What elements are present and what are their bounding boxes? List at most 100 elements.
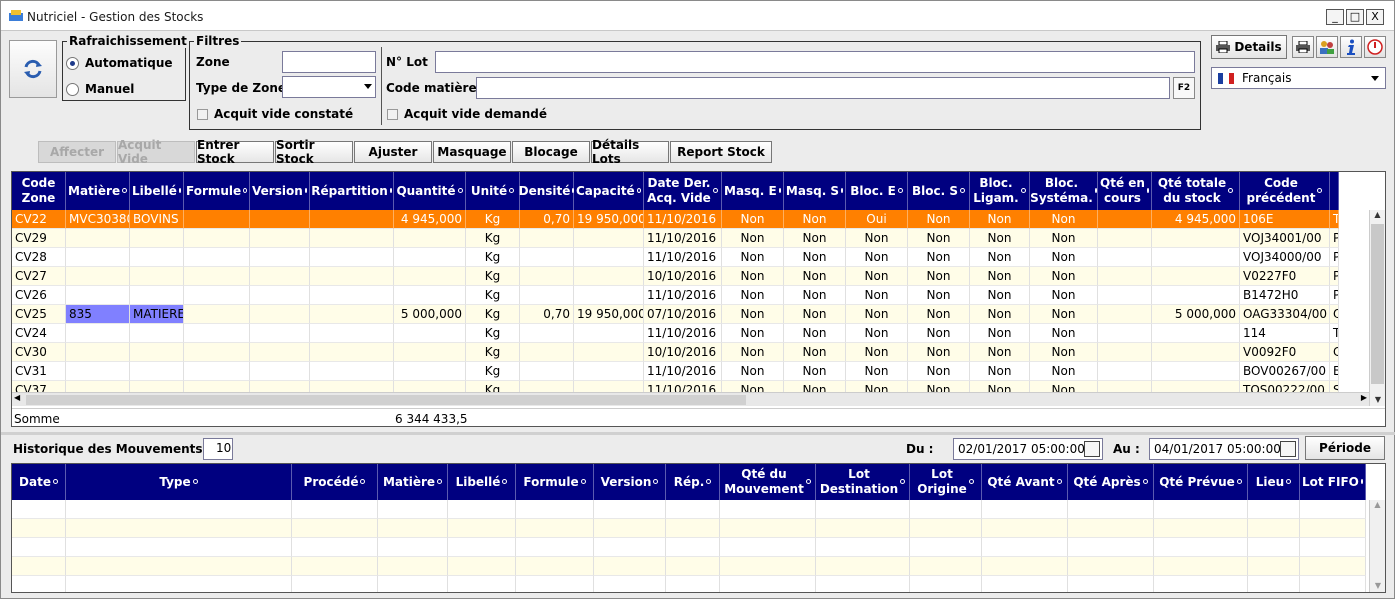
column-header[interactable]: Bloc. Systéma. bbox=[1030, 172, 1098, 210]
search-icon[interactable] bbox=[360, 478, 366, 484]
column-header[interactable]: Bloc. E bbox=[846, 172, 908, 210]
calendar-icon[interactable] bbox=[1084, 441, 1100, 457]
column-header[interactable]: Version bbox=[250, 172, 310, 210]
radio-manuel[interactable]: Manuel bbox=[66, 82, 134, 96]
table-row[interactable]: CV31 Kg 11/10/2016 Non Non Non Non Non Non BOV002… bbox=[12, 362, 1339, 381]
search-icon[interactable] bbox=[389, 187, 392, 193]
history-row[interactable] bbox=[12, 519, 1366, 538]
column-header[interactable]: Unité bbox=[466, 172, 520, 210]
history-column-header[interactable]: Lot Destination bbox=[816, 464, 910, 500]
search-icon[interactable] bbox=[1236, 478, 1242, 484]
lot-input[interactable] bbox=[435, 51, 1195, 73]
column-header[interactable]: Matière bbox=[66, 172, 130, 210]
horizontal-scrollbar[interactable]: ◀ ▶ bbox=[12, 392, 1369, 406]
column-header[interactable]: Répartition bbox=[310, 172, 394, 210]
search-icon[interactable] bbox=[1020, 187, 1026, 193]
search-icon[interactable] bbox=[636, 187, 641, 193]
table-row[interactable]: CV29 Kg 11/10/2016 Non Non Non Non Non Non VOJ340… bbox=[12, 229, 1339, 248]
search-icon[interactable] bbox=[509, 187, 515, 193]
search-icon[interactable] bbox=[122, 187, 127, 193]
ajuster-button[interactable]: Ajuster bbox=[354, 141, 432, 163]
search-icon[interactable] bbox=[457, 187, 463, 193]
scroll-thumb[interactable] bbox=[1371, 224, 1384, 384]
table-row[interactable]: CV25 835 MATIERE 5 000,000 Kg 0,70 19 950,000 0… bbox=[12, 305, 1339, 324]
history-column-header[interactable]: Qté Après bbox=[1068, 464, 1154, 500]
search-icon[interactable] bbox=[192, 478, 198, 484]
history-vertical-scrollbar[interactable]: ▲ ▼ bbox=[1369, 500, 1385, 592]
search-icon[interactable] bbox=[805, 478, 811, 484]
search-icon[interactable] bbox=[960, 187, 965, 193]
table-row[interactable]: CV28 Kg 11/10/2016 Non Non Non Non Non Non VOJ340… bbox=[12, 248, 1339, 267]
search-icon[interactable] bbox=[1056, 478, 1062, 484]
history-column-header[interactable]: Formule bbox=[516, 464, 594, 500]
history-column-header[interactable]: Lot Origine bbox=[910, 464, 982, 500]
details-button[interactable]: Details bbox=[1211, 35, 1287, 59]
report-stock-button[interactable]: Report Stock bbox=[670, 141, 772, 163]
column-header[interactable] bbox=[1330, 172, 1339, 210]
refresh-button[interactable] bbox=[9, 40, 57, 98]
column-header[interactable]: Quantité bbox=[394, 172, 466, 210]
table-row[interactable]: CV30 Kg 10/10/2016 Non Non Non Non Non Non V0092F… bbox=[12, 343, 1339, 362]
search-icon[interactable] bbox=[706, 478, 712, 484]
calendar-icon[interactable] bbox=[1280, 441, 1296, 457]
column-header[interactable]: Code Zone bbox=[12, 172, 66, 210]
users-button[interactable] bbox=[1316, 36, 1338, 58]
periode-button[interactable]: Période bbox=[1305, 436, 1385, 460]
column-header[interactable]: Libellé bbox=[130, 172, 184, 210]
table-row[interactable]: CV22 MVC30380 BOVINS F4 945,000 Kg 0,70 19 95… bbox=[12, 210, 1339, 229]
table-row[interactable]: CV24Kg11/10/2016NonNonNonNonNonNon114TX bbox=[12, 324, 1339, 343]
splitter[interactable] bbox=[1, 432, 1395, 435]
search-icon[interactable] bbox=[778, 187, 781, 193]
search-icon[interactable] bbox=[897, 187, 903, 193]
history-column-header[interactable]: Lieu bbox=[1248, 464, 1300, 500]
table-row[interactable]: CV26 Kg 11/10/2016 Non Non Non Non Non Non B1472H… bbox=[12, 286, 1339, 305]
history-column-header[interactable]: Matière bbox=[378, 464, 448, 500]
sortir-stock-button[interactable]: Sortir Stock bbox=[275, 138, 353, 166]
search-icon[interactable] bbox=[1360, 478, 1363, 484]
f2-button[interactable]: F2 bbox=[1173, 77, 1195, 99]
search-icon[interactable] bbox=[502, 478, 508, 484]
column-header[interactable]: Bloc. Ligam. bbox=[970, 172, 1030, 210]
radio-automatique[interactable]: Automatique bbox=[66, 56, 173, 70]
details-lots-button[interactable]: Détails Lots bbox=[591, 138, 669, 166]
column-header[interactable]: Masq. S bbox=[784, 172, 846, 210]
zone-input[interactable] bbox=[282, 51, 376, 73]
affecter-button[interactable]: Affecter bbox=[38, 141, 116, 163]
search-icon[interactable] bbox=[1146, 187, 1149, 193]
acquit-vide-constate-checkbox[interactable]: Acquit vide constaté bbox=[197, 107, 353, 121]
search-icon[interactable] bbox=[900, 478, 906, 484]
search-icon[interactable] bbox=[712, 187, 718, 193]
history-column-header[interactable]: Date bbox=[12, 464, 66, 500]
history-column-header[interactable]: Qté du Mouvement bbox=[720, 464, 816, 500]
info-button[interactable] bbox=[1340, 36, 1362, 58]
print-button[interactable] bbox=[1292, 36, 1314, 58]
search-icon[interactable] bbox=[1142, 478, 1148, 484]
language-select[interactable]: Français bbox=[1211, 67, 1386, 89]
column-header[interactable]: Masq. E bbox=[722, 172, 784, 210]
column-header[interactable]: Bloc. S bbox=[908, 172, 970, 210]
search-icon[interactable] bbox=[1228, 187, 1234, 193]
history-column-header[interactable]: Qté Prévue bbox=[1154, 464, 1248, 500]
type-zone-select[interactable] bbox=[282, 76, 376, 98]
history-count-input[interactable]: 10 bbox=[203, 438, 233, 460]
acquit-vide-button[interactable]: Acquit Vide bbox=[117, 138, 195, 166]
search-icon[interactable] bbox=[841, 187, 844, 193]
code-matiere-input[interactable] bbox=[476, 77, 1170, 99]
power-button[interactable] bbox=[1364, 36, 1386, 58]
column-header[interactable]: Qté totale du stock bbox=[1152, 172, 1240, 210]
history-column-header[interactable]: Procédé bbox=[292, 464, 378, 500]
search-icon[interactable] bbox=[580, 478, 586, 484]
search-icon[interactable] bbox=[52, 478, 58, 484]
search-icon[interactable] bbox=[1286, 478, 1292, 484]
history-column-header[interactable]: Type bbox=[66, 464, 292, 500]
search-icon[interactable] bbox=[243, 187, 247, 193]
search-icon[interactable] bbox=[653, 478, 659, 484]
search-icon[interactable] bbox=[178, 187, 181, 193]
column-header[interactable]: Code précédent bbox=[1240, 172, 1330, 210]
blocage-button[interactable]: Blocage bbox=[512, 141, 590, 163]
close-button[interactable]: X bbox=[1366, 9, 1384, 25]
column-header[interactable]: Capacité bbox=[574, 172, 644, 210]
history-column-header[interactable]: Libellé bbox=[448, 464, 516, 500]
search-icon[interactable] bbox=[968, 478, 974, 484]
history-column-header[interactable]: Rép. bbox=[666, 464, 720, 500]
